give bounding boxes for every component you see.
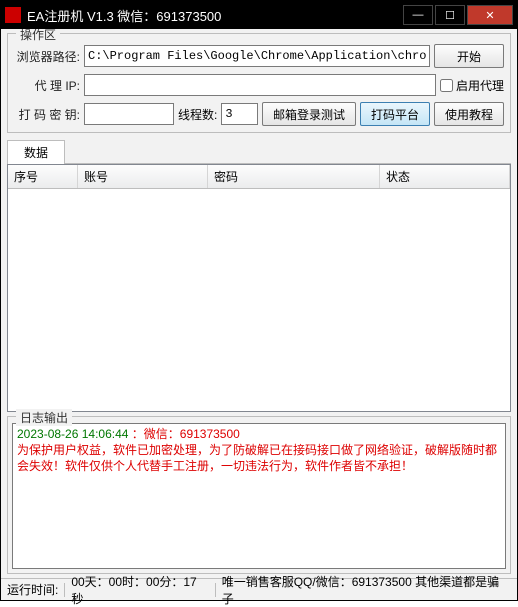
start-button[interactable]: 开始 [434,44,504,68]
log-textarea[interactable]: 2023-08-26 14:06:44 ：微信：691373500为保护用户权益… [12,423,506,569]
mail-test-button[interactable]: 邮箱登录测试 [262,102,356,126]
key-input[interactable] [84,103,174,125]
app-window: EA注册机 V1.3 微信：691373500 — ☐ ✕ 操作区 浏览器路径:… [0,0,518,601]
tutorial-button[interactable]: 使用教程 [434,102,504,126]
grid-body[interactable] [8,189,510,411]
window-title: EA注册机 V1.3 微信：691373500 [27,6,401,25]
close-button[interactable]: ✕ [467,5,513,25]
tab-data[interactable]: 数据 [7,140,65,164]
col-status[interactable]: 状态 [380,165,510,188]
col-account[interactable]: 账号 [78,165,208,188]
browser-path-label: 浏览器路径: [14,48,80,65]
runtime-value: 00天：00时：00分：17秒 [71,573,208,607]
runtime-label: 运行时间: [7,581,58,598]
status-sep2 [215,583,216,597]
client-area: 操作区 浏览器路径: 开始 代 理 IP: 启用代理 打 码 密 钥: 线程数: [1,29,517,578]
status-sep [64,583,65,597]
minimize-button[interactable]: — [403,5,433,25]
browser-path-input[interactable] [84,45,430,67]
thread-label: 线程数: [178,106,217,123]
key-label: 打 码 密 钥: [14,106,80,123]
enable-proxy-checkbox[interactable]: 启用代理 [440,77,504,94]
proxy-ip-input[interactable] [84,74,436,96]
titlebar: EA注册机 V1.3 微信：691373500 — ☐ ✕ [1,1,517,29]
data-grid: 序号 账号 密码 状态 [7,164,511,412]
maximize-button[interactable]: ☐ [435,5,465,25]
proxy-ip-label: 代 理 IP: [14,77,80,94]
log-title: 日志输出 [16,409,72,426]
tabstrip: 数据 [7,139,511,164]
contact-text: 唯一销售客服QQ/微信：691373500 其他渠道都是骗子 [222,573,511,607]
operate-group: 操作区 浏览器路径: 开始 代 理 IP: 启用代理 打 码 密 钥: 线程数: [7,33,511,133]
operate-group-title: 操作区 [16,29,60,43]
thread-input[interactable] [221,103,258,125]
app-icon [5,7,21,23]
statusbar: 运行时间: 00天：00时：00分：17秒 唯一销售客服QQ/微信：691373… [1,578,517,600]
platform-button[interactable]: 打码平台 [360,102,430,126]
col-password[interactable]: 密码 [208,165,380,188]
enable-proxy-label: 启用代理 [456,77,504,94]
grid-header: 序号 账号 密码 状态 [8,165,510,189]
col-index[interactable]: 序号 [8,165,78,188]
enable-proxy-box[interactable] [440,79,453,92]
log-group: 日志输出 2023-08-26 14:06:44 ：微信：691373500为保… [7,416,511,574]
